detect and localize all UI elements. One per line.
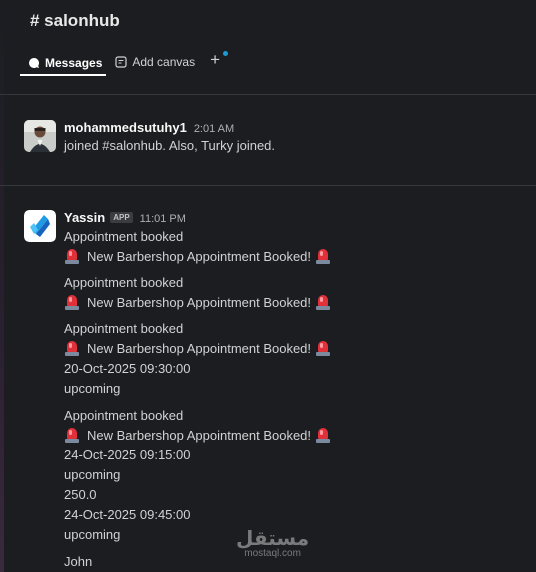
rotating-light-icon xyxy=(64,294,80,310)
message-text: joined #salonhub. Also, Turky joined. xyxy=(64,138,276,153)
tab-add-canvas-label: Add canvas xyxy=(132,55,196,69)
message-line: upcoming xyxy=(64,467,121,482)
chat-bubble-icon xyxy=(28,57,40,69)
rotating-light-icon xyxy=(64,248,80,264)
message-line: Appointment booked xyxy=(64,229,184,244)
author-name[interactable]: Yassin xyxy=(64,210,105,225)
alert-line: New Barbershop Appointment Booked! xyxy=(64,294,331,310)
add-tab-button[interactable]: + xyxy=(204,50,229,70)
plus-icon: + xyxy=(210,50,221,69)
message-line: John xyxy=(64,554,93,569)
channel-header: # salonhub Messages Add canvas + xyxy=(0,0,536,80)
rotating-light-icon xyxy=(315,340,331,356)
message-line: New Barbershop Appointment Booked! xyxy=(87,294,312,310)
message-meta: mohammedsutuhy1 2:01 AM xyxy=(64,120,234,135)
message-line: New Barbershop Appointment Booked! xyxy=(87,248,312,264)
rotating-light-icon xyxy=(315,248,331,264)
message-divider xyxy=(0,185,536,186)
message-line: Appointment booked xyxy=(64,408,184,423)
alert-line: New Barbershop Appointment Booked! xyxy=(64,340,331,356)
watermark-logo: مستقل xyxy=(236,526,310,550)
author-name[interactable]: mohammedsutuhy1 xyxy=(64,120,187,135)
channel-tabs: Messages Add canvas + xyxy=(20,50,229,76)
message-line: 24-Oct-2025 09:15:00 xyxy=(64,447,191,462)
message-line: upcoming xyxy=(64,527,121,542)
message-meta: Yassin APP 11:01 PM xyxy=(64,210,186,225)
message-line: New Barbershop Appointment Booked! xyxy=(87,340,312,356)
message-line: Appointment booked xyxy=(64,275,184,290)
message-line: 250.0 xyxy=(64,487,97,502)
rotating-light-icon xyxy=(315,294,331,310)
app-badge: APP xyxy=(110,212,133,223)
notification-dot xyxy=(223,51,229,56)
watermark: مستقل mostaql.com xyxy=(236,528,309,560)
tab-add-canvas[interactable]: Add canvas xyxy=(106,50,204,72)
canvas-icon xyxy=(115,56,127,68)
header-divider xyxy=(0,94,536,95)
message-line: 20-Oct-2025 09:30:00 xyxy=(64,361,191,376)
avatar[interactable] xyxy=(24,120,56,152)
rotating-light-icon xyxy=(64,340,80,356)
rotating-light-icon xyxy=(64,427,80,443)
tab-messages[interactable]: Messages xyxy=(20,50,107,76)
message-time[interactable]: 11:01 PM xyxy=(140,213,186,225)
rotating-light-icon xyxy=(315,427,331,443)
message-line: New Barbershop Appointment Booked! xyxy=(87,427,312,443)
message-line: upcoming xyxy=(64,381,121,396)
message-line: 24-Oct-2025 09:45:00 xyxy=(64,507,191,522)
watermark-url: mostaql.com xyxy=(244,548,301,559)
channel-title[interactable]: # salonhub xyxy=(30,11,120,31)
alert-line: New Barbershop Appointment Booked! xyxy=(64,248,331,264)
message-line: Appointment booked xyxy=(64,321,184,336)
tab-messages-label: Messages xyxy=(45,56,103,70)
avatar[interactable] xyxy=(24,210,56,242)
message-time[interactable]: 2:01 AM xyxy=(194,123,234,135)
alert-line: New Barbershop Appointment Booked! xyxy=(64,427,331,443)
workspace-sidebar-edge xyxy=(0,0,4,572)
